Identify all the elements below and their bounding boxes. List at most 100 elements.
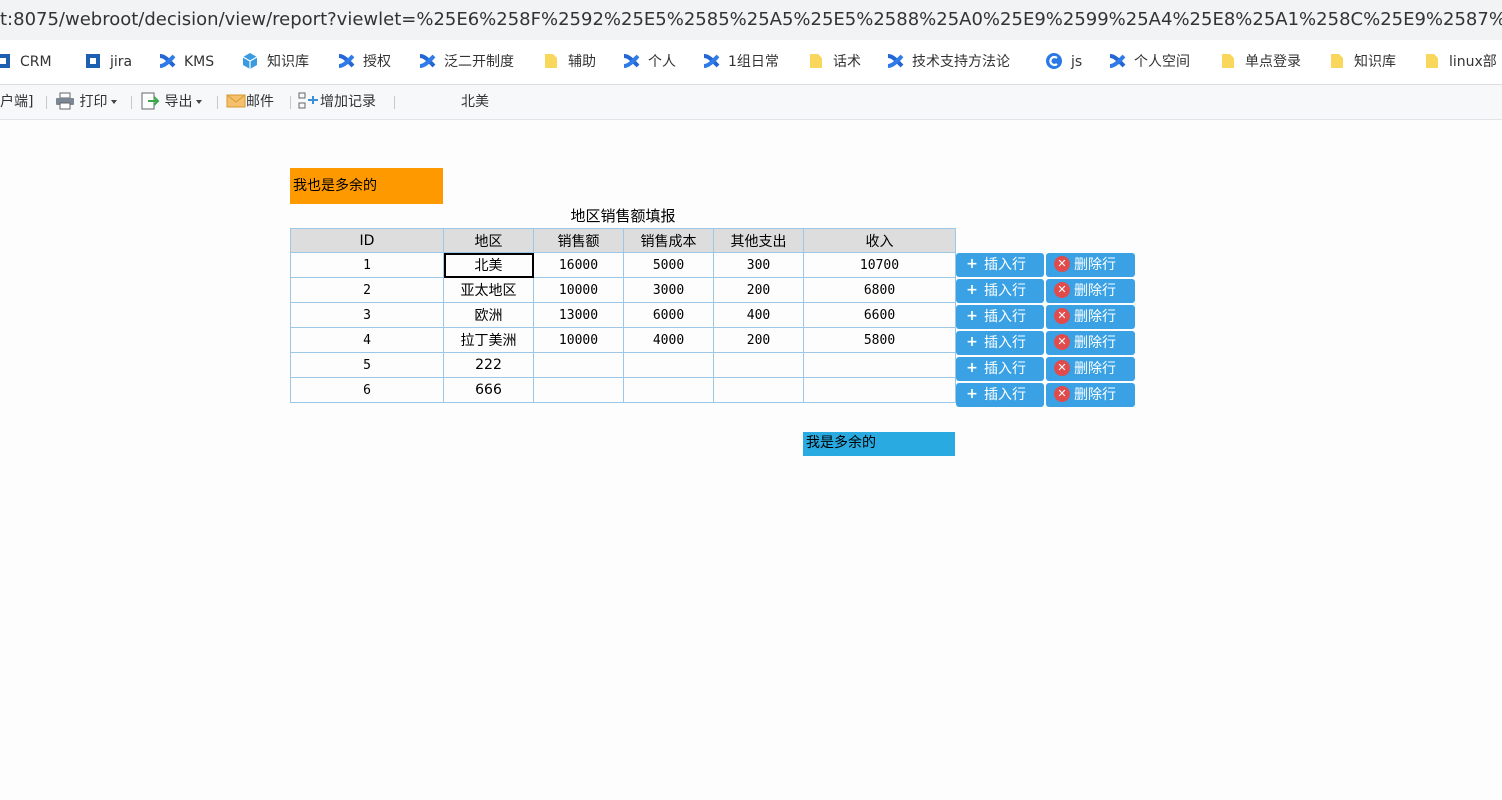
cell-income <box>803 352 956 378</box>
toolbar-divider <box>394 96 395 109</box>
header-income: 收入 <box>803 228 956 253</box>
cell-cost[interactable]: 4000 <box>623 327 714 353</box>
cell-id: 1 <box>290 252 444 278</box>
delete-row-button[interactable]: ✕ 删除行 <box>1046 331 1135 355</box>
delete-row-button[interactable]: ✕ 删除行 <box>1046 305 1135 329</box>
bookmark-js[interactable]: js <box>1045 40 1082 84</box>
cell-region[interactable]: 欧洲 <box>443 302 534 328</box>
plus-icon: + <box>966 256 978 272</box>
delete-row-button[interactable]: ✕ 删除行 <box>1046 253 1135 277</box>
printer-icon <box>55 92 75 110</box>
jira-icon <box>0 52 12 70</box>
print-button[interactable]: 打印 <box>55 85 118 119</box>
add-record-button[interactable]: 增加记录 <box>298 85 376 119</box>
bookmark-knowledge-base[interactable]: 知识库 <box>241 40 309 84</box>
add-row-icon <box>298 92 320 110</box>
insert-row-button[interactable]: + 插入行 <box>956 383 1044 407</box>
cell-id: 6 <box>290 377 444 403</box>
cell-sales[interactable]: 16000 <box>533 252 624 278</box>
cell-income: 6800 <box>803 277 956 303</box>
bookmark-policy[interactable]: 泛二开制度 <box>418 40 514 84</box>
client-button[interactable]: 户端] <box>0 85 33 119</box>
param-display: 北美 <box>461 94 489 110</box>
cell-income: 6600 <box>803 302 956 328</box>
confluence-icon <box>1108 52 1126 70</box>
close-icon: ✕ <box>1054 282 1070 298</box>
bookmark-assist[interactable]: 辅助 <box>542 40 596 84</box>
cell-other-expense[interactable]: 300 <box>713 252 804 278</box>
toolbar-divider <box>46 96 47 109</box>
bookmark-auth[interactable]: 授权 <box>337 40 391 84</box>
table-row: 3 欧洲 13000 6000 400 6600 <box>290 302 956 328</box>
cell-income: 10700 <box>803 252 956 278</box>
insert-row-button[interactable]: + 插入行 <box>956 331 1044 355</box>
close-icon: ✕ <box>1054 334 1070 350</box>
folder-icon <box>807 52 825 70</box>
folder-icon <box>1328 52 1346 70</box>
close-icon: ✕ <box>1054 360 1070 376</box>
cell-other-expense[interactable]: 200 <box>713 327 804 353</box>
cell-region[interactable]: 北美 <box>443 252 534 278</box>
cell-sales[interactable]: 10000 <box>533 327 624 353</box>
cell-id: 5 <box>290 352 444 378</box>
table-row: 4 拉丁美洲 10000 4000 200 5800 <box>290 327 956 353</box>
cell-region[interactable]: 222 <box>443 352 534 378</box>
delete-row-button[interactable]: ✕ 删除行 <box>1046 383 1135 407</box>
confluence-icon <box>158 52 176 70</box>
bookmark-knowledge-base-2[interactable]: 知识库 <box>1328 40 1396 84</box>
insert-row-button[interactable]: + 插入行 <box>956 279 1044 303</box>
cell-cost[interactable]: 5000 <box>623 252 714 278</box>
bookmark-personal[interactable]: 个人 <box>622 40 676 84</box>
extra-label-orange: 我也是多余的 <box>290 168 443 204</box>
cell-other-expense[interactable] <box>713 352 804 378</box>
report-title: 地区销售额填报 <box>570 207 676 225</box>
cell-sales[interactable]: 13000 <box>533 302 624 328</box>
folder-icon <box>1423 52 1441 70</box>
insert-row-button[interactable]: + 插入行 <box>956 253 1044 277</box>
sales-table: ID 地区 销售额 销售成本 其他支出 收入 1 北美 16000 5000 3… <box>290 228 956 403</box>
bookmark-jira[interactable]: jira <box>84 40 132 84</box>
cell-cost[interactable]: 6000 <box>623 302 714 328</box>
cell-sales[interactable]: 10000 <box>533 277 624 303</box>
insert-row-button[interactable]: + 插入行 <box>956 357 1044 381</box>
cell-cost[interactable] <box>623 352 714 378</box>
cell-id: 4 <box>290 327 444 353</box>
bookmark-scripts[interactable]: 话术 <box>807 40 861 84</box>
cell-income <box>803 377 956 403</box>
plus-icon: + <box>966 308 978 324</box>
confluence-icon <box>418 52 436 70</box>
mail-button[interactable]: 邮件 <box>226 85 274 119</box>
cell-region[interactable]: 拉丁美洲 <box>443 327 534 353</box>
delete-row-button[interactable]: ✕ 删除行 <box>1046 279 1135 303</box>
bookmark-kms[interactable]: KMS <box>158 40 214 84</box>
export-button[interactable]: 导出 <box>140 85 203 119</box>
close-icon: ✕ <box>1054 308 1070 324</box>
cell-sales[interactable] <box>533 377 624 403</box>
confluence-icon <box>622 52 640 70</box>
cell-other-expense[interactable] <box>713 377 804 403</box>
bookmark-group-daily[interactable]: 1组日常 <box>702 40 779 84</box>
table-header-row: ID 地区 销售额 销售成本 其他支出 收入 <box>290 228 956 253</box>
cell-other-expense[interactable]: 200 <box>713 277 804 303</box>
address-bar[interactable]: t:8075/webroot/decision/view/report?view… <box>0 0 1502 40</box>
cube-icon <box>241 52 259 70</box>
bookmark-linux[interactable]: linux部 <box>1423 40 1497 84</box>
toolbar-divider <box>131 96 132 109</box>
confluence-icon <box>337 52 355 70</box>
cell-sales[interactable] <box>533 352 624 378</box>
export-icon <box>140 92 160 110</box>
insert-row-button[interactable]: + 插入行 <box>956 305 1044 329</box>
confluence-icon <box>886 52 904 70</box>
plus-icon: + <box>966 282 978 298</box>
cell-region[interactable]: 666 <box>443 377 534 403</box>
cell-cost[interactable] <box>623 377 714 403</box>
bookmark-crm[interactable]: CRM <box>0 40 52 84</box>
bookmark-sso[interactable]: 单点登录 <box>1219 40 1301 84</box>
cell-region[interactable]: 亚太地区 <box>443 277 534 303</box>
bookmark-methodology[interactable]: 技术支持方法论 <box>886 40 1010 84</box>
cell-other-expense[interactable]: 400 <box>713 302 804 328</box>
bookmark-personal-space[interactable]: 个人空间 <box>1108 40 1190 84</box>
delete-row-button[interactable]: ✕ 删除行 <box>1046 357 1135 381</box>
cell-cost[interactable]: 3000 <box>623 277 714 303</box>
envelope-icon <box>226 94 246 110</box>
